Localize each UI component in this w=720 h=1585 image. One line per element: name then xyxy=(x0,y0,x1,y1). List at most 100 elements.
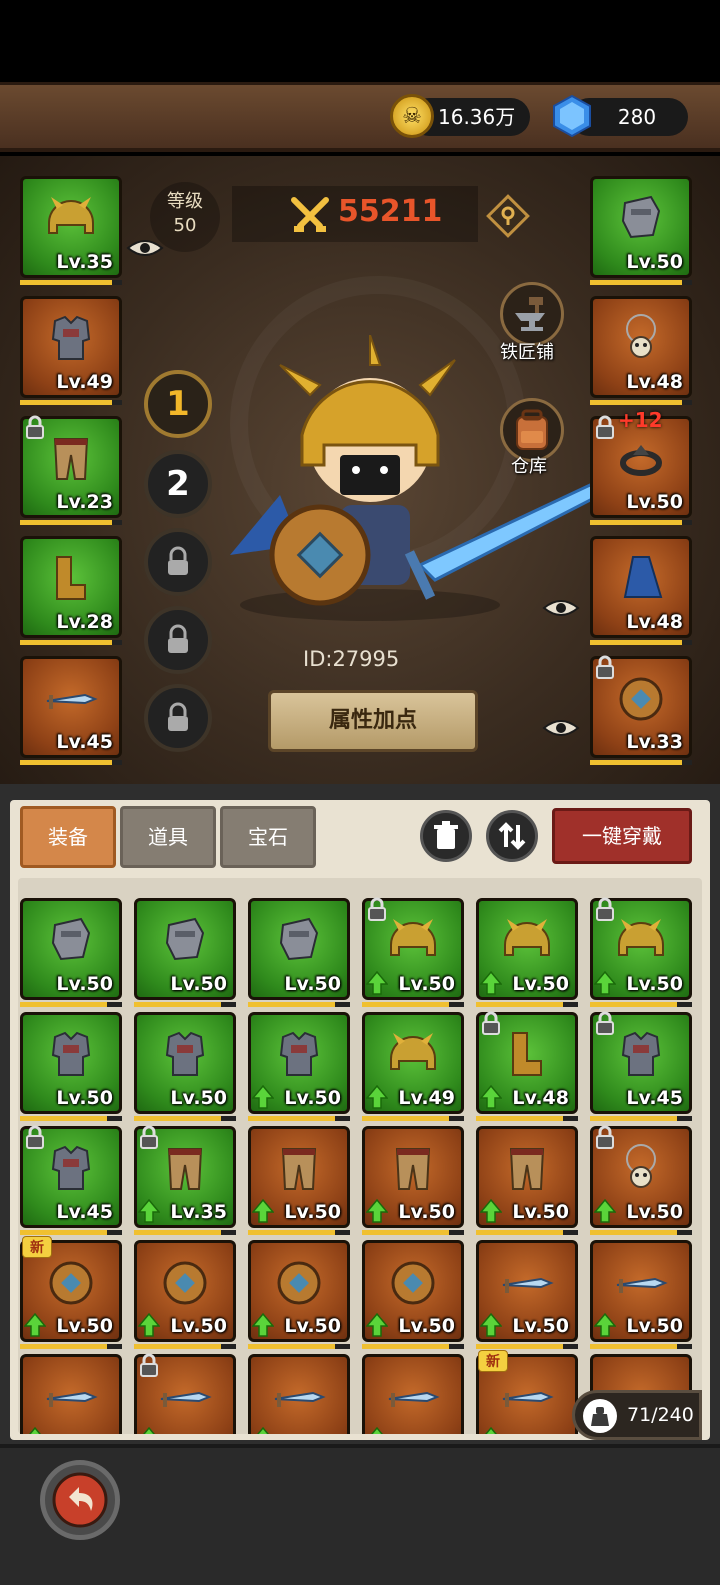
upgrade-progress-bar xyxy=(362,1230,464,1235)
upgrade-progress-bar xyxy=(20,400,122,405)
new-badge: 新 xyxy=(22,1236,52,1258)
ring-icon xyxy=(611,429,671,493)
upgrade-progress-bar xyxy=(476,1116,578,1121)
item-level: Lv.50 xyxy=(626,1315,683,1337)
upgrade-progress-bar xyxy=(20,1230,122,1235)
item-level: Lv.50 xyxy=(398,1315,455,1337)
upgrade-progress-bar xyxy=(590,1116,692,1121)
necklace-icon xyxy=(611,1139,671,1203)
back-button[interactable] xyxy=(40,1460,120,1540)
sword-icon xyxy=(41,1367,101,1431)
helmet-icon xyxy=(383,911,443,975)
upgrade-arrow-icon xyxy=(251,1198,275,1224)
lock-icon xyxy=(592,1124,618,1150)
item-level: Lv.35 xyxy=(56,251,113,273)
helmet-icon xyxy=(497,911,557,975)
upgrade-arrow-icon xyxy=(137,1198,161,1224)
upgrade-progress-bar xyxy=(590,1002,692,1007)
upgrade-progress-bar xyxy=(248,1116,350,1121)
item-level: Lv.50 xyxy=(284,1315,341,1337)
upgrade-arrow-icon xyxy=(251,1312,275,1338)
boots-icon xyxy=(41,549,101,613)
lock-icon xyxy=(22,1124,48,1150)
armor-icon xyxy=(41,1139,101,1203)
helmet-icon xyxy=(41,189,101,253)
upgrade-arrow-icon xyxy=(479,970,503,996)
equip-slot-right-1[interactable]: Lv.50 xyxy=(590,176,692,278)
pants-icon xyxy=(155,1139,215,1203)
shield-icon xyxy=(155,1253,215,1317)
equip-slot-left-1[interactable]: Lv.35 xyxy=(20,176,122,278)
upgrade-progress-bar xyxy=(590,520,692,525)
item-level: Lv.50 xyxy=(284,973,341,995)
gauntlet-icon xyxy=(155,911,215,975)
eye-icon[interactable] xyxy=(542,596,580,624)
armor-icon xyxy=(41,309,101,373)
lock-icon xyxy=(592,1010,618,1036)
upgrade-progress-bar xyxy=(134,1002,236,1007)
gauntlet-icon xyxy=(611,189,671,253)
equip-slot-left-5[interactable]: Lv.45 xyxy=(20,656,122,758)
upgrade-arrow-icon xyxy=(251,1084,275,1110)
upgrade-arrow-icon xyxy=(479,1312,503,1338)
armor-icon xyxy=(41,1025,101,1089)
lock-icon xyxy=(364,896,390,922)
item-level: Lv.50 xyxy=(626,251,683,273)
upgrade-progress-bar xyxy=(248,1230,350,1235)
item-level: Lv.50 xyxy=(398,1201,455,1223)
boots-icon xyxy=(497,1025,557,1089)
gauntlet-icon xyxy=(269,911,329,975)
eye-icon[interactable] xyxy=(126,236,164,264)
enhance-level: +12 xyxy=(618,408,663,432)
inventory-item[interactable]: Lv.50 xyxy=(134,1012,236,1114)
equip-slot-left-2[interactable]: Lv.49 xyxy=(20,296,122,398)
shield-icon xyxy=(269,1253,329,1317)
upgrade-progress-bar xyxy=(20,1002,122,1007)
equip-slot-right-4[interactable]: Lv.48 xyxy=(590,536,692,638)
item-level: Lv.48 xyxy=(626,371,683,393)
item-level: Lv.50 xyxy=(626,1201,683,1223)
upgrade-progress-bar xyxy=(362,1116,464,1121)
upgrade-arrow-icon xyxy=(23,1312,47,1338)
equip-slot-right-2[interactable]: Lv.48 xyxy=(590,296,692,398)
upgrade-progress-bar xyxy=(476,1230,578,1235)
armor-icon xyxy=(155,1025,215,1089)
pants-icon xyxy=(41,429,101,493)
upgrade-arrow-icon xyxy=(137,1312,161,1338)
return-arrow-icon xyxy=(52,1472,108,1528)
pants-icon xyxy=(269,1139,329,1203)
lock-icon xyxy=(592,896,618,922)
inventory-item[interactable]: Lv.50 xyxy=(20,898,122,1000)
upgrade-progress-bar xyxy=(590,1230,692,1235)
pants-icon xyxy=(497,1139,557,1203)
lock-icon xyxy=(136,1124,162,1150)
upgrade-progress-bar xyxy=(362,1002,464,1007)
upgrade-arrow-icon xyxy=(365,1198,389,1224)
equip-slot-left-4[interactable]: Lv.28 xyxy=(20,536,122,638)
upgrade-progress-bar xyxy=(590,640,692,645)
inventory-item[interactable]: Lv.50 xyxy=(248,898,350,1000)
upgrade-progress-bar xyxy=(590,400,692,405)
upgrade-progress-bar xyxy=(134,1344,236,1349)
cape-icon xyxy=(611,549,671,613)
pants-icon xyxy=(383,1139,443,1203)
upgrade-progress-bar xyxy=(476,1344,578,1349)
upgrade-progress-bar xyxy=(134,1116,236,1121)
lock-icon xyxy=(22,414,48,440)
upgrade-progress-bar xyxy=(20,1116,122,1121)
item-level: Lv.50 xyxy=(170,1315,227,1337)
item-level: Lv.50 xyxy=(170,1087,227,1109)
item-level: Lv.50 xyxy=(626,973,683,995)
inventory-item[interactable]: Lv.50 xyxy=(20,1012,122,1114)
upgrade-progress-bar xyxy=(20,1344,122,1349)
item-level: Lv.50 xyxy=(512,1201,569,1223)
eye-icon[interactable] xyxy=(542,716,580,744)
item-level: Lv.50 xyxy=(284,1201,341,1223)
lock-icon xyxy=(478,1010,504,1036)
lock-icon xyxy=(592,654,618,680)
upgrade-progress-bar xyxy=(248,1002,350,1007)
lock-icon xyxy=(136,1352,162,1378)
inventory-item[interactable]: Lv.50 xyxy=(134,898,236,1000)
upgrade-progress-bar xyxy=(590,1344,692,1349)
upgrade-progress-bar xyxy=(134,1230,236,1235)
